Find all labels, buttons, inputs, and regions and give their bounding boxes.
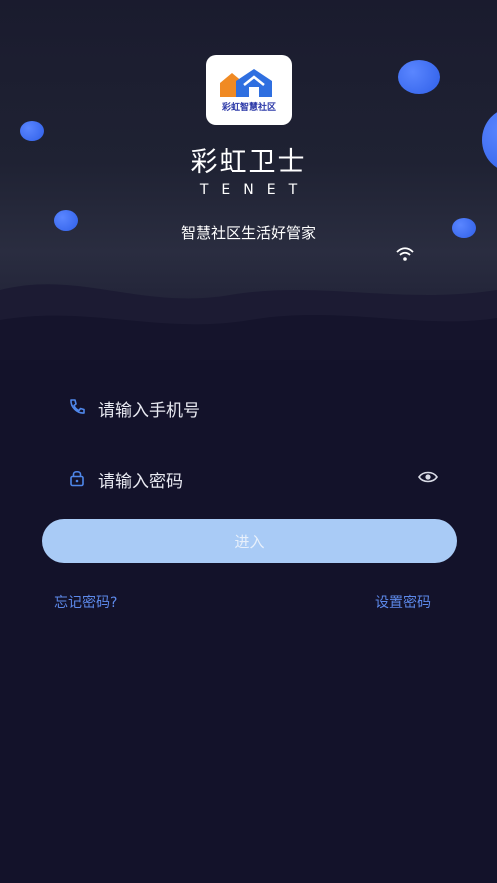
- house-logo-icon: [220, 69, 272, 97]
- slogan: 智慧社区生活好管家: [180, 224, 316, 242]
- logo-text: 彩虹智慧社区: [221, 103, 276, 113]
- wave-decoration: [0, 284, 497, 360]
- phone-field[interactable]: 请输入手机号: [68, 393, 438, 421]
- phone-icon: [70, 399, 85, 414]
- wifi-icon: [396, 247, 414, 261]
- eye-icon[interactable]: [418, 470, 438, 484]
- password-input[interactable]: 请输入密码: [98, 467, 183, 492]
- app-name: 彩虹卫士: [190, 147, 307, 178]
- app-subtitle: TENET: [199, 182, 311, 198]
- bubble-decoration: [20, 121, 44, 141]
- password-field[interactable]: 请输入密码: [68, 464, 438, 492]
- enter-button[interactable]: 进入: [42, 519, 457, 563]
- forgot-password-link[interactable]: 忘记密码?: [54, 592, 117, 612]
- lock-icon: [70, 470, 84, 487]
- set-password-link[interactable]: 设置密码: [375, 592, 431, 612]
- hero-header: 彩虹智慧社区 彩虹卫士 TENET 智慧社区生活好管家: [0, 0, 497, 360]
- bubble-decoration: [398, 60, 440, 94]
- phone-input[interactable]: 请输入手机号: [98, 396, 200, 421]
- app-logo: 彩虹智慧社区: [206, 55, 292, 125]
